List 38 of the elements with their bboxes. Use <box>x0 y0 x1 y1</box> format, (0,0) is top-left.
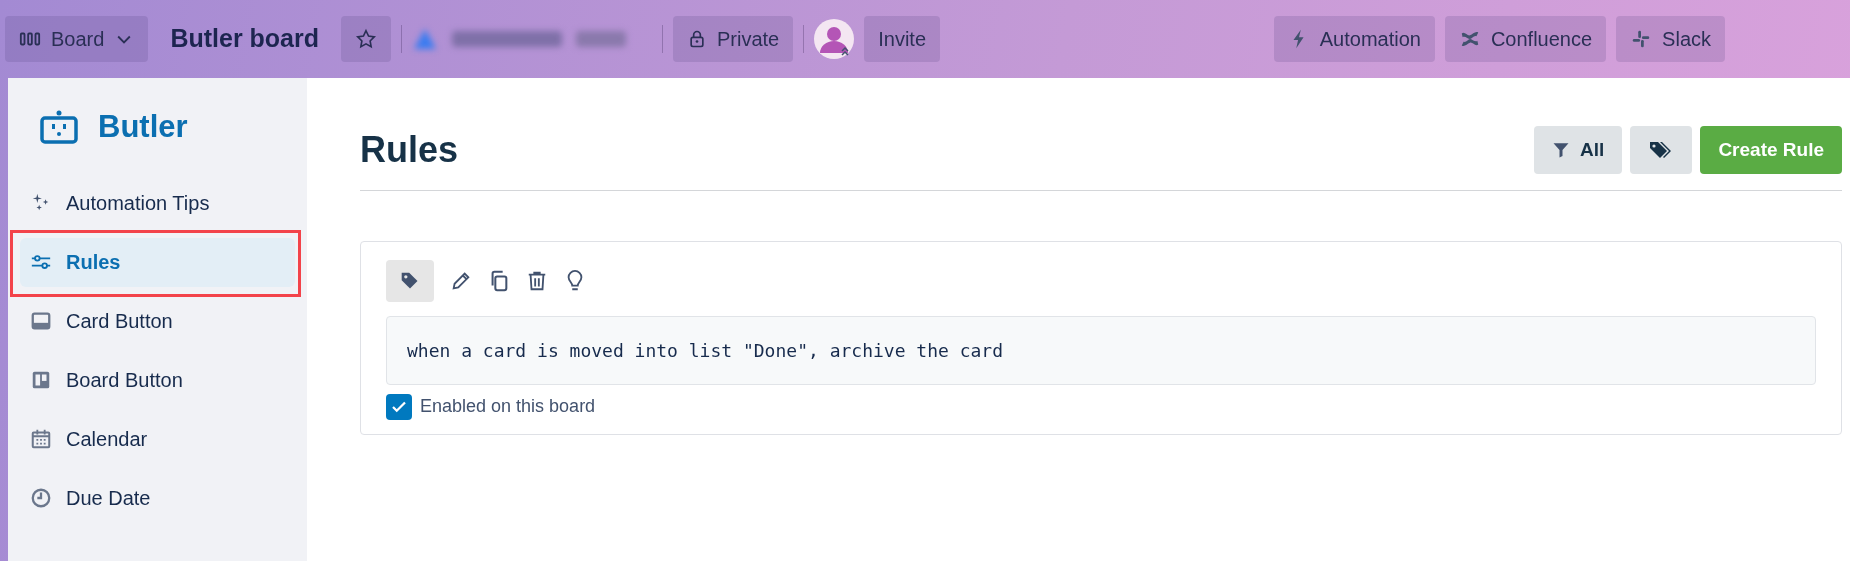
sidebar-item[interactable]: Board Button <box>20 355 295 405</box>
calendar-icon <box>30 428 52 450</box>
tag-button[interactable] <box>386 260 434 302</box>
board-icon <box>30 369 52 391</box>
filter-button[interactable]: All <box>1534 126 1623 174</box>
trash-icon <box>526 270 548 292</box>
clock-icon <box>30 487 52 509</box>
edit-button[interactable] <box>450 270 472 292</box>
invite-button[interactable]: Invite <box>864 16 941 62</box>
sidebar-item[interactable]: Automation Tips <box>20 178 295 228</box>
sidebar-title: Butler <box>98 108 188 146</box>
robot-icon <box>40 110 78 145</box>
power-up-button[interactable]: Confluence <box>1444 16 1607 62</box>
rule-text: when a card is moved into list "Done", archive the card <box>386 316 1816 385</box>
lock-icon <box>687 29 707 49</box>
create-rule-button[interactable]: Create Rule <box>1700 126 1842 174</box>
power-up-button[interactable]: Slack <box>1616 16 1725 62</box>
enabled-label: Enabled on this board <box>420 395 596 418</box>
tag-icon <box>400 271 420 291</box>
power-up-button[interactable]: Automation <box>1273 16 1435 62</box>
board-title: Butler board <box>169 23 320 55</box>
star-button[interactable] <box>341 16 391 62</box>
view-switcher-button[interactable]: Board <box>5 16 149 62</box>
enabled-checkbox[interactable] <box>386 393 412 420</box>
card-icon <box>30 310 52 332</box>
labels-button[interactable] <box>1630 126 1693 174</box>
delete-button[interactable] <box>526 270 548 292</box>
pencil-icon <box>450 270 472 292</box>
page-title: Rules <box>360 128 460 172</box>
sidebar-item[interactable]: Rules <box>20 237 295 287</box>
visibility-button[interactable]: Private <box>673 16 794 62</box>
triangle-icon <box>412 27 438 51</box>
sidebar-item[interactable]: Card Button <box>20 296 295 346</box>
sidebar-item[interactable]: Due Date <box>20 473 295 523</box>
avatar <box>814 19 855 59</box>
filter-icon <box>1552 141 1571 159</box>
sidebar-item[interactable]: Calendar <box>20 414 295 464</box>
star-icon <box>355 28 377 50</box>
